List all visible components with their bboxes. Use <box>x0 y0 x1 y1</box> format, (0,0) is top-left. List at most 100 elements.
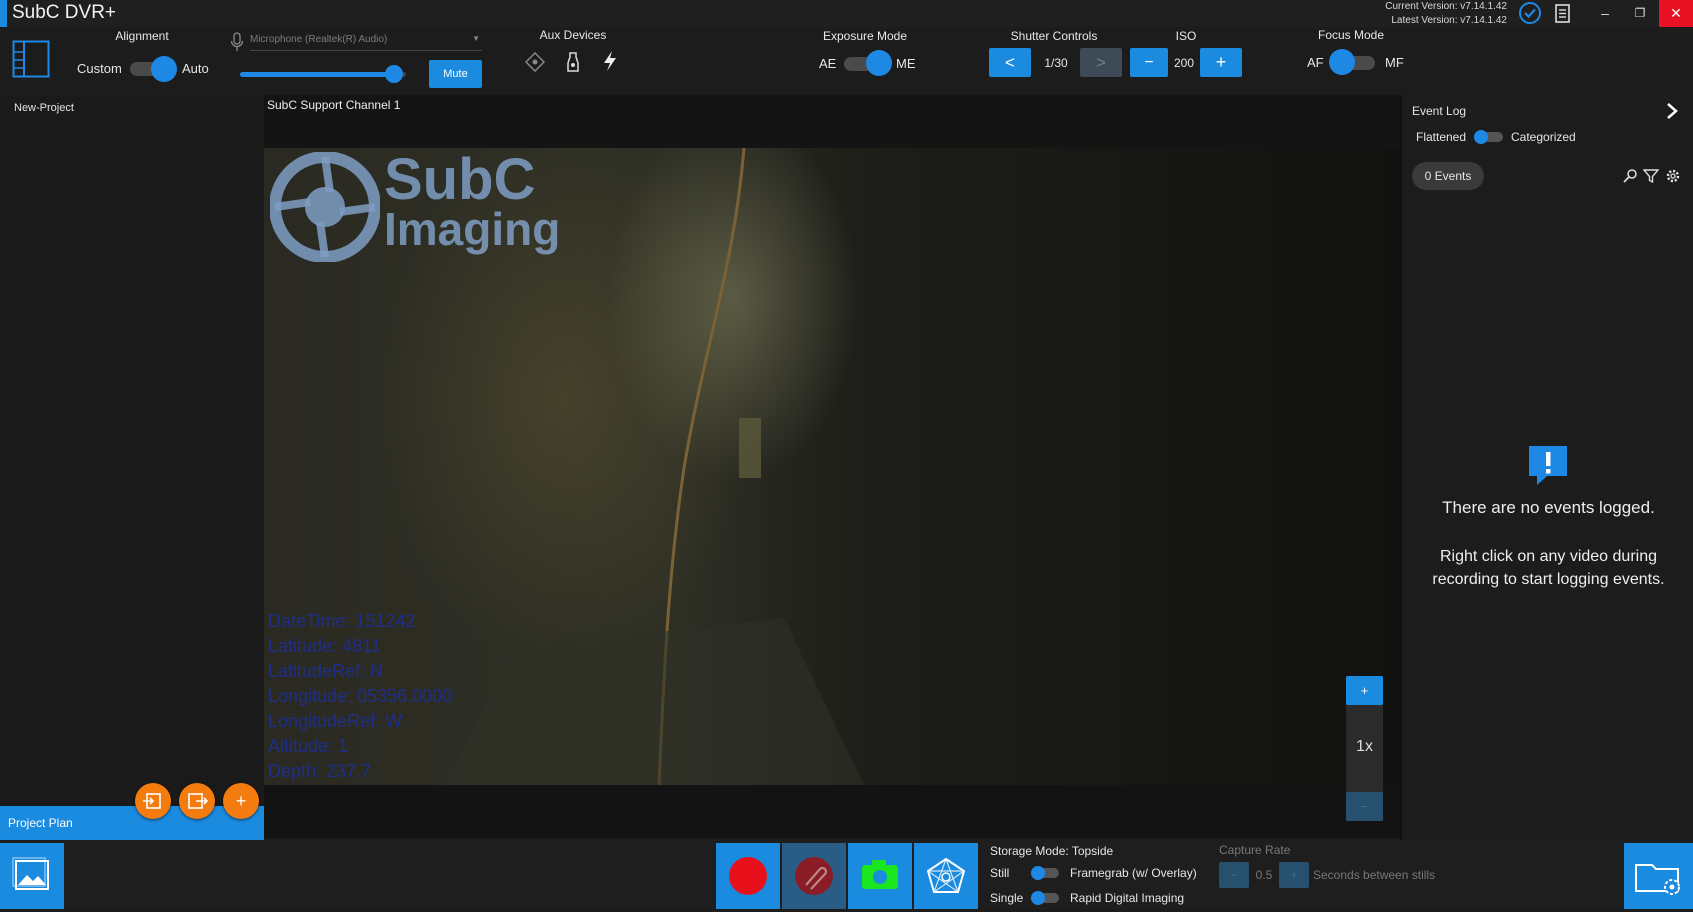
collapse-panel-icon[interactable] <box>1665 102 1679 120</box>
zoom-control: + 1x − <box>1346 676 1383 821</box>
latest-version: Latest Version: v7.14.1.42 <box>1391 15 1507 26</box>
event-log-title: Event Log <box>1412 104 1467 118</box>
audio-level-fill <box>240 72 395 77</box>
channel-name: SubC Support Channel 1 <box>267 98 401 112</box>
import-icon <box>143 793 161 809</box>
chevron-down-icon: ▼ <box>472 34 480 43</box>
storage-settings-button[interactable] <box>1624 843 1693 909</box>
iso-minus-button[interactable]: − <box>1130 48 1168 77</box>
iso-value: 200 <box>1173 56 1195 70</box>
audio-level-slider[interactable] <box>240 72 406 77</box>
gallery-button[interactable] <box>0 843 64 909</box>
gear-icon[interactable] <box>1665 168 1681 184</box>
focus-mf-label: MF <box>1385 55 1404 70</box>
shutter-prev-button[interactable]: < <box>989 48 1031 77</box>
mosaic-button[interactable] <box>914 843 978 909</box>
shutter-value: 1/30 <box>1044 56 1068 70</box>
annotate-button[interactable] <box>782 843 846 909</box>
zoom-value: 1x <box>1356 738 1373 755</box>
iso-plus-button[interactable]: + <box>1200 48 1242 77</box>
rate-plus-button[interactable]: + <box>1279 862 1309 888</box>
up-to-date-check-icon[interactable] <box>1518 1 1542 25</box>
project-name[interactable]: New-Project <box>14 102 74 114</box>
import-button[interactable] <box>135 783 171 819</box>
layout-panel-icon[interactable] <box>12 40 50 78</box>
empty-title: There are no events logged. <box>1442 498 1655 517</box>
single-mode-toggle-knob[interactable] <box>1031 891 1045 905</box>
paperclip-icon <box>795 857 833 895</box>
notes-icon[interactable] <box>1554 4 1572 24</box>
subc-logo-icon <box>269 151 381 263</box>
iso-label: ISO <box>1175 29 1197 43</box>
focus-mode-label: Focus Mode <box>1317 28 1385 42</box>
app-title: SubC DVR+ <box>12 2 117 23</box>
logo-text-subc: SubC <box>384 148 536 212</box>
zoom-out-button[interactable]: − <box>1346 792 1383 821</box>
flash-icon[interactable] <box>601 50 619 72</box>
telemetry-line: Altitude: 1 <box>268 736 349 756</box>
network-icon <box>926 857 966 893</box>
rdi-label: Rapid Digital Imaging <box>1070 891 1185 905</box>
image-icon <box>12 857 49 890</box>
light-icon[interactable] <box>565 51 581 73</box>
add-project-button[interactable]: + <box>223 783 259 819</box>
focus-af-label: AF <box>1307 55 1324 70</box>
camera-icon <box>862 860 898 889</box>
video-feed[interactable]: SubC Imaging DateTime: 151242 Latitude: 4… <box>264 148 1400 785</box>
telemetry-line: LatitudeRef: N <box>268 661 384 681</box>
event-view-toggle-knob[interactable] <box>1474 130 1488 144</box>
shutter-next-button[interactable]: > <box>1080 48 1122 77</box>
alignment-auto-label: Auto <box>182 61 209 76</box>
telemetry-line: LongitudeRef: W <box>268 711 403 731</box>
exposure-me-label: ME <box>896 56 916 71</box>
title-accent <box>0 0 7 27</box>
search-icon[interactable] <box>1622 168 1638 184</box>
minimize-button[interactable]: – <box>1588 0 1622 27</box>
telemetry-line: Depth: 237.7 <box>268 761 372 781</box>
telemetry-line: Longitude: 05356.0000 <box>268 686 453 706</box>
video-footer <box>264 785 1400 838</box>
close-button[interactable]: ✕ <box>1659 0 1693 27</box>
focus-toggle-knob[interactable] <box>1329 49 1355 75</box>
bottom-bar <box>0 840 1693 909</box>
filter-icon[interactable] <box>1642 168 1660 184</box>
exposure-mode-label: Exposure Mode <box>822 29 908 43</box>
project-panel <box>0 95 264 840</box>
single-label: Single <box>990 891 1024 905</box>
export-icon <box>188 793 209 809</box>
record-button[interactable] <box>716 843 780 909</box>
current-version: Current Version: v7.14.1.42 <box>1385 1 1507 12</box>
snapshot-button[interactable] <box>848 843 912 909</box>
empty-hint: Right click on any video during recordin… <box>1402 545 1693 591</box>
telemetry-line: Latitude: 4811 <box>268 636 381 656</box>
record-icon <box>729 857 767 895</box>
microphone-icon <box>230 32 244 52</box>
storage-mode-label: Storage Mode: Topside <box>990 844 1114 858</box>
still-mode-toggle-knob[interactable] <box>1031 866 1045 880</box>
version-info: Current Version: v7.14.1.42 Latest Versi… <box>1385 0 1507 28</box>
empty-hint-line-2: recording to start logging events. <box>1432 571 1665 588</box>
flattened-label: Flattened <box>1416 130 1467 144</box>
shutter-controls-label: Shutter Controls <box>1010 29 1098 43</box>
framegrab-label: Framegrab (w/ Overlay) <box>1070 866 1197 880</box>
zoom-in-button[interactable]: + <box>1346 676 1383 705</box>
aux-devices-label: Aux Devices <box>539 28 607 42</box>
still-label: Still <box>990 866 1010 880</box>
mute-button[interactable]: Mute <box>429 60 482 88</box>
video-header: SubC Support Channel 1 <box>264 95 1400 148</box>
alert-icon <box>1527 444 1569 486</box>
exposure-toggle-knob[interactable] <box>866 50 892 76</box>
restore-button[interactable]: ❐ <box>1623 0 1657 27</box>
telemetry-line: DateTime: 151242 <box>268 611 416 631</box>
events-count-badge: 0 Events <box>1412 162 1484 190</box>
rate-minus-button[interactable]: − <box>1219 862 1249 888</box>
empty-hint-line-1: Right click on any video during <box>1439 548 1657 565</box>
audio-device-select[interactable]: Microphone (Realtek(R) Audio) ▼ <box>250 34 482 51</box>
laser-icon[interactable] <box>524 51 546 73</box>
project-plan-bar[interactable]: Project Plan <box>0 806 264 840</box>
rate-unit-label: Seconds between stills <box>1313 868 1436 882</box>
project-plan-label: Project Plan <box>8 816 73 830</box>
export-button[interactable] <box>179 783 215 819</box>
alignment-toggle-knob[interactable] <box>151 56 177 82</box>
categorized-label: Categorized <box>1511 130 1576 144</box>
